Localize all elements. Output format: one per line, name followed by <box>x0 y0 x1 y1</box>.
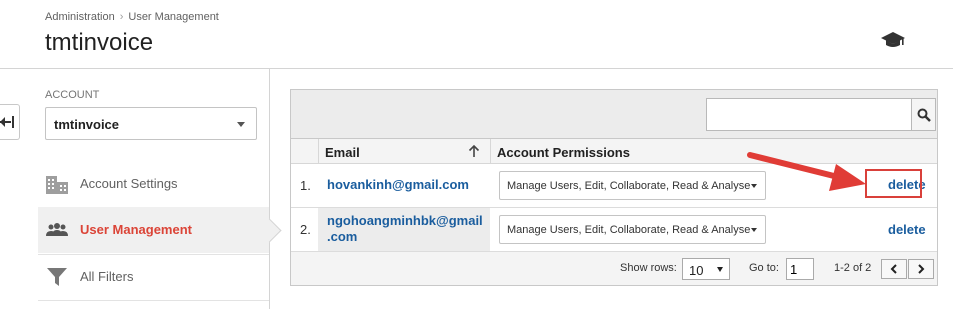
chevron-down-icon <box>751 228 757 232</box>
user-email-link[interactable]: ngohoangminhbk@gmail .com <box>327 213 483 245</box>
show-rows-value: 10 <box>689 263 704 278</box>
chevron-down-icon <box>751 184 757 188</box>
goto-page-input[interactable] <box>786 258 814 280</box>
show-rows-select[interactable]: 10 <box>682 258 730 280</box>
graduation-cap-icon[interactable] <box>881 30 905 50</box>
nav-divider <box>38 300 269 301</box>
sidebar-item-all-filters[interactable]: All Filters <box>38 254 269 300</box>
chevron-left-icon <box>890 264 897 274</box>
sidebar-item-user-management[interactable]: User Management <box>38 207 269 253</box>
search-icon <box>917 108 931 122</box>
collapse-arrow-icon <box>0 116 14 128</box>
user-email-link[interactable]: hovankinh@gmail.com <box>327 177 469 193</box>
permissions-select-value: Manage Users, Edit, Collaborate, Read & … <box>507 180 751 192</box>
row-index: 1. <box>300 178 311 193</box>
user-email-line1: ngohoangminhbk@gmail <box>327 213 483 228</box>
table-row: 2. ngohoangminhbk@gmail .com Manage User… <box>291 208 937 252</box>
email-cell: ngohoangminhbk@gmail .com <box>318 208 490 251</box>
collapse-sidebar-button[interactable] <box>0 104 20 140</box>
chevron-down-icon <box>717 267 723 272</box>
delete-button[interactable]: delete <box>888 222 926 237</box>
chevron-down-icon <box>237 122 245 127</box>
chevron-right-icon <box>918 264 925 274</box>
sidebar-item-label: Account Settings <box>80 176 178 191</box>
search-input[interactable] <box>706 98 912 131</box>
breadcrumb: Administration › User Management <box>45 11 219 23</box>
column-header-permissions[interactable]: Account Permissions <box>497 145 630 160</box>
permissions-select[interactable]: Manage Users, Edit, Collaborate, Read & … <box>499 215 766 244</box>
search-button[interactable] <box>911 98 936 131</box>
sidebar-item-label: All Filters <box>80 269 134 284</box>
table-row: 1. hovankinh@gmail.com Manage Users, Edi… <box>291 164 937 208</box>
annotation-highlight-box <box>865 169 922 198</box>
search-box <box>706 98 936 131</box>
breadcrumb-current: User Management <box>128 11 219 23</box>
column-header-email[interactable]: Email <box>325 145 360 160</box>
page-title: tmtinvoice <box>45 29 154 56</box>
account-select[interactable]: tmtinvoice <box>45 107 257 140</box>
permissions-select-value: Manage Users, Edit, Collaborate, Read & … <box>507 224 751 236</box>
sidebar-item-label: User Management <box>80 222 192 237</box>
users-table-panel: Email Account Permissions 1. hovankinh@g… <box>290 89 938 286</box>
table-footer: Show rows: 10 Go to: 1-2 of 2 <box>291 252 937 285</box>
building-icon <box>46 174 68 194</box>
row-index: 2. <box>300 222 311 237</box>
column-separator <box>318 139 319 164</box>
account-label: ACCOUNT <box>45 89 100 101</box>
page: Administration › User Management tmtinvoic… <box>0 0 953 309</box>
show-rows-label: Show rows: <box>620 262 677 274</box>
table-header: Email Account Permissions <box>291 138 937 164</box>
sort-arrow-up-icon[interactable] <box>468 144 480 158</box>
user-email-line2: .com <box>327 229 358 244</box>
permissions-select[interactable]: Manage Users, Edit, Collaborate, Read & … <box>499 171 766 200</box>
goto-label: Go to: <box>749 262 779 274</box>
next-page-button[interactable] <box>908 259 934 279</box>
email-cell: hovankinh@gmail.com <box>318 164 490 207</box>
column-separator <box>490 139 491 164</box>
account-select-value: tmtinvoice <box>54 117 120 132</box>
breadcrumb-parent[interactable]: Administration <box>45 11 115 23</box>
sidebar-item-account-settings[interactable]: Account Settings <box>38 161 269 207</box>
previous-page-button[interactable] <box>881 259 907 279</box>
breadcrumb-separator: › <box>119 11 124 23</box>
filter-icon <box>46 267 68 287</box>
people-icon <box>46 220 68 240</box>
sidebar: ACCOUNT tmtinvoice Account Settings User… <box>38 69 270 309</box>
pagination-range: 1-2 of 2 <box>834 262 872 274</box>
